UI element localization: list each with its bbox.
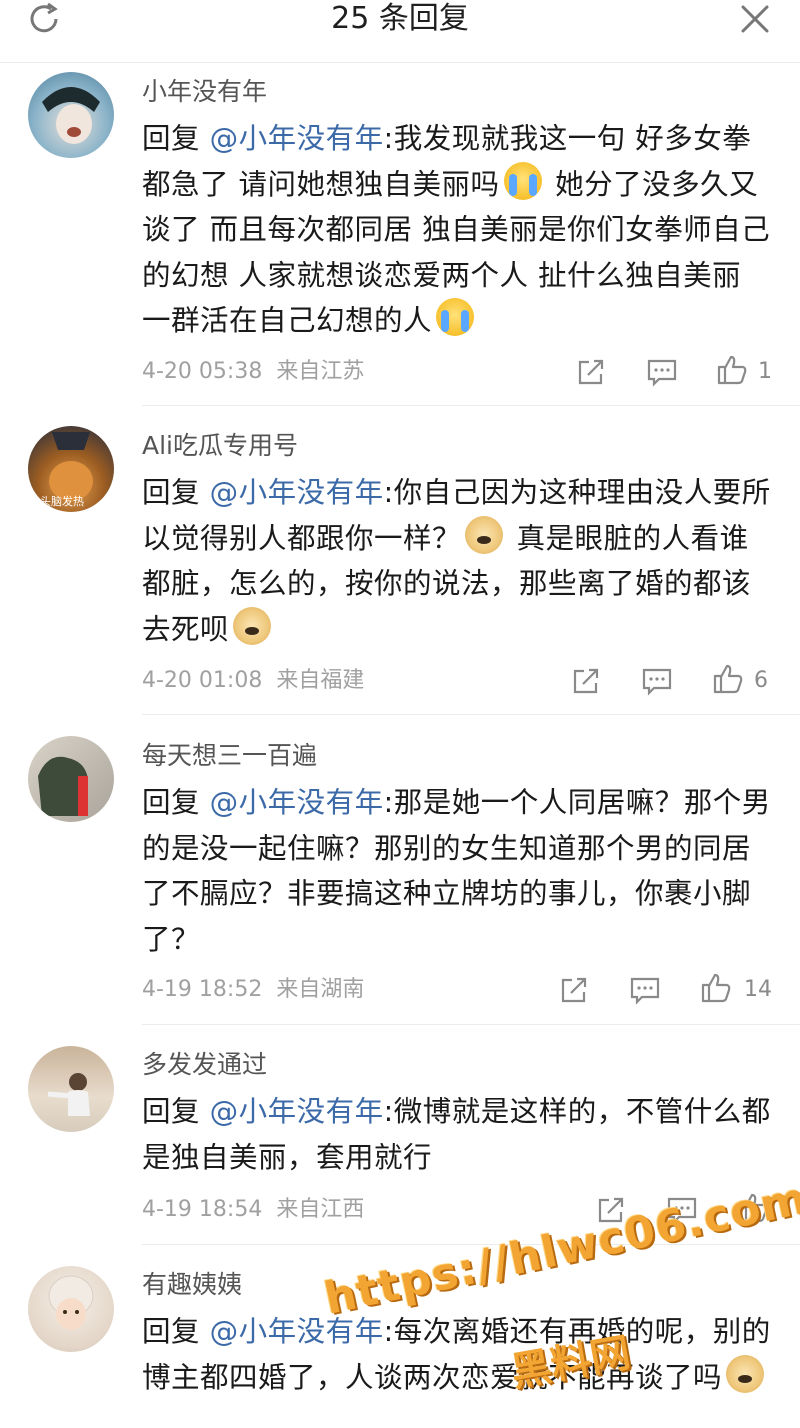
mention-link[interactable]: @小年没有年 [210,122,384,155]
location: 来自湖南 [276,977,365,1002]
divider [142,1024,800,1025]
like-icon[interactable] [712,663,744,695]
avatar[interactable] [28,1266,114,1352]
comment-text: 回复 @小年没有年:你自己因为这种理由没人要所以觉得别人都跟你一样？ 真是眼脏的… [142,470,772,652]
reply-prefix: 回复 [142,1315,201,1348]
username[interactable]: 每天想三一百遍 [142,739,317,773]
doge-emoji-icon [465,515,504,554]
timestamp: 4-20 01:08 [142,668,263,693]
avatar[interactable] [28,736,114,822]
username[interactable]: 有趣姨姨 [142,1268,242,1302]
username[interactable]: 多发发通过 [142,1048,267,1082]
like-count: 1 [758,359,772,384]
location: 来自江西 [276,1197,365,1222]
avatar[interactable] [28,72,114,158]
comment-meta: 4-19 18:52 来自湖南 [142,975,364,1005]
comment-icon[interactable] [629,974,661,1006]
timestamp: 4-19 18:52 [142,977,263,1002]
like-count: 6 [754,668,768,693]
svg-text:头脑发热: 头脑发热 [40,494,84,508]
crying-emoji-icon [503,161,542,200]
mention-link[interactable]: @小年没有年 [210,786,384,819]
doge-emoji-icon [233,606,272,645]
like-icon[interactable] [716,354,748,386]
close-icon[interactable] [738,2,772,36]
reply-prefix: 回复 [142,786,201,819]
watermark-url: https://hlwc06.com [320,1172,800,1325]
like-icon[interactable] [700,972,732,1004]
avatar[interactable] [28,1046,114,1132]
top-bar: 25 条回复 [0,0,800,63]
share-icon[interactable] [558,974,590,1006]
comment-text: 回复 @小年没有年:那是她一个人同居嘛？那个男的是没一起住嘛？那别的女生知道那个… [142,780,772,962]
comment-text: 回复 @小年没有年:微博就是这样的，不管什么都是独自美丽，套用就行 [142,1089,772,1180]
username[interactable]: Ali吃瓜专用号 [142,429,298,463]
timestamp: 4-20 05:38 [142,359,263,384]
reply-prefix: 回复 [142,476,201,509]
username[interactable]: 小年没有年 [142,75,267,109]
mention-link[interactable]: @小年没有年 [210,476,384,509]
avatar[interactable]: 头脑发热 [28,426,114,512]
mention-link[interactable]: @小年没有年 [210,1095,384,1128]
like-count: 14 [744,977,772,1002]
divider [142,405,800,406]
doge-emoji-icon [726,1354,765,1393]
divider [142,714,800,715]
comment-meta: 4-20 05:38 来自江苏 [142,357,364,387]
crying-emoji-icon [436,298,475,336]
comment-meta: 4-19 18:54 来自江西 [142,1195,364,1225]
mention-link[interactable]: @小年没有年 [210,1315,384,1348]
comment-icon[interactable] [646,356,678,388]
comment-text: 回复 @小年没有年:我发现就我这一句 好多女拳都急了 请问她想独自美丽吗 她分了… [142,116,772,344]
share-icon[interactable] [570,665,602,697]
location: 来自福建 [276,668,365,693]
reply-prefix: 回复 [142,1095,201,1128]
comment-text: 回复 @小年没有年:每次离婚还有再婚的呢，别的博主都四婚了，人谈两次恋爱就不能再… [142,1309,772,1400]
comment-meta: 4-20 01:08 来自福建 [142,666,364,696]
share-icon[interactable] [575,356,607,388]
location: 来自江苏 [276,359,365,384]
timestamp: 4-19 18:54 [142,1197,263,1222]
page-title: 25 条回复 [331,1,469,36]
reply-prefix: 回复 [142,122,201,155]
comment-icon[interactable] [641,665,673,697]
